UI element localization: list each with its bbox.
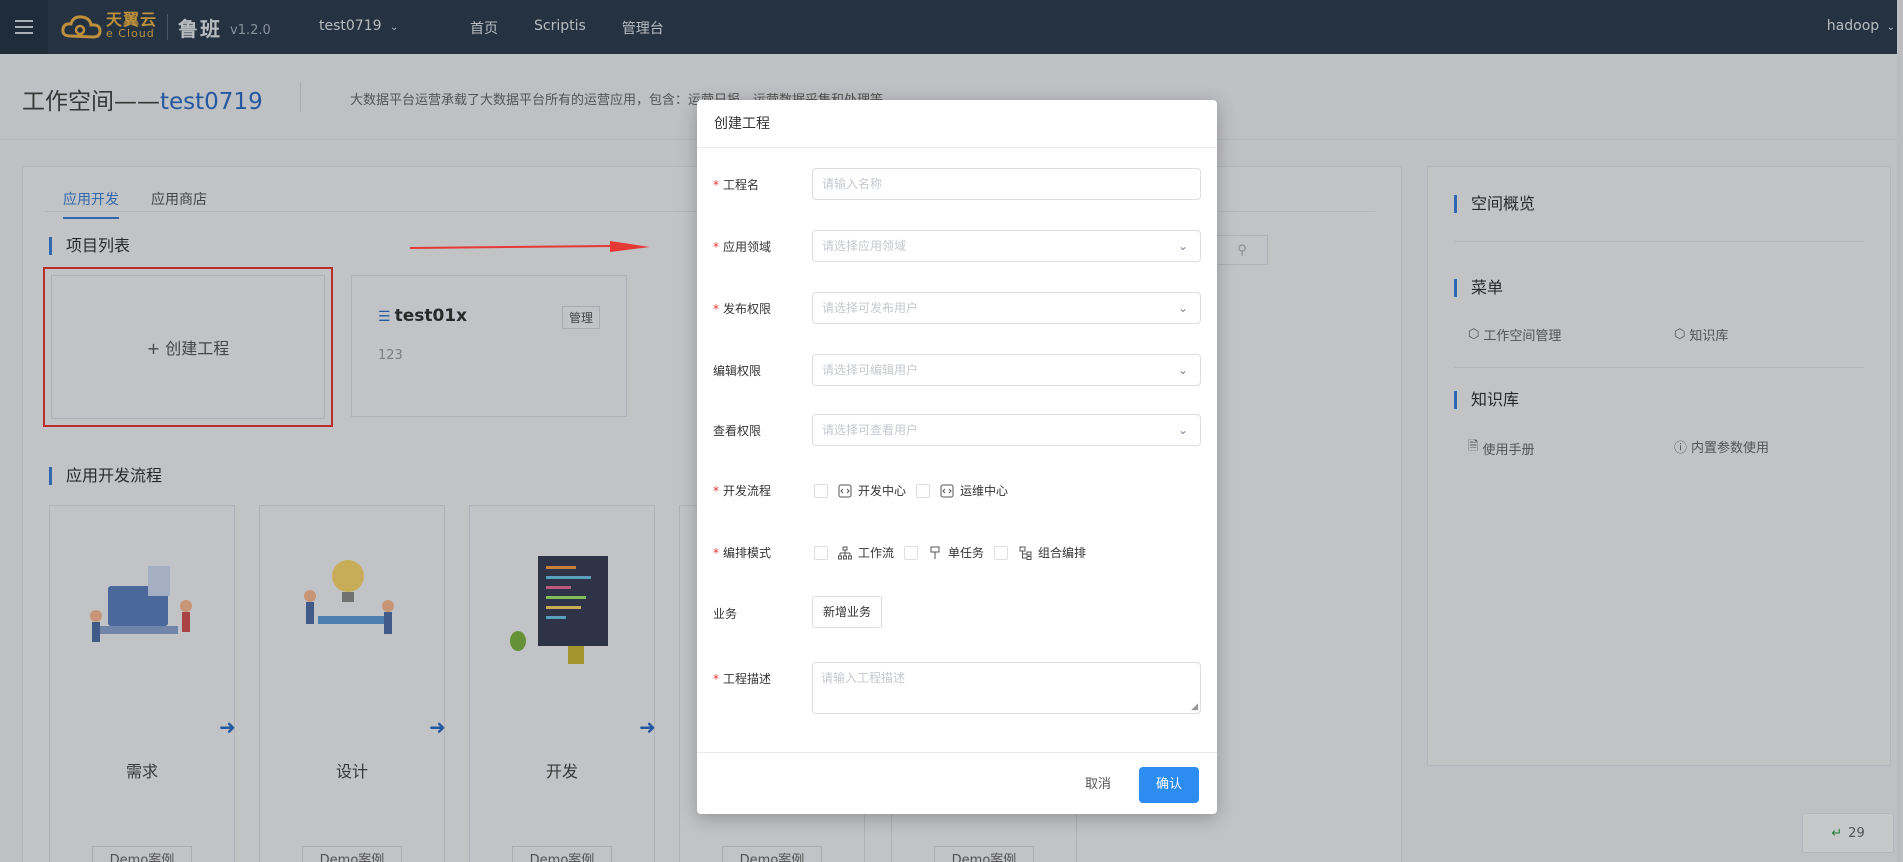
resize-handle-icon[interactable]: ◢ [1191,702,1198,712]
project-description-textarea[interactable]: 请输入工程描述 ◢ [812,662,1201,714]
required-marker: * [713,240,719,254]
field-label-text: 查看权限 [713,424,762,438]
required-marker: * [713,546,719,560]
checkbox-label: 工作流 [858,546,895,560]
field-label-text: 编辑权限 [713,364,762,378]
chevron-down-icon: ⌄ [1177,423,1188,437]
hierarchy-icon [1019,546,1032,560]
project-name-input[interactable]: 请输入名称 [812,168,1201,200]
field-label: * 工程名 [713,176,759,193]
chevron-down-icon: ⌄ [1177,239,1188,253]
required-marker: * [713,302,719,316]
checkbox-label: 单任务 [948,546,985,560]
field-label-text: 开发流程 [723,484,772,498]
domain-select[interactable]: 请选择应用领域 ⌄ [812,230,1201,262]
combined-checkbox[interactable] [994,545,1009,560]
dialog-title: 创建工程 [697,100,1217,148]
field-label: 编辑权限 [713,362,761,379]
required-marker: * [713,672,719,686]
chevron-down-icon: ⌄ [1177,301,1188,315]
annotation-arrow-icon [410,241,650,252]
field-label: 查看权限 [713,422,761,439]
checkbox-label: 开发中心 [858,484,907,498]
view-users-select[interactable]: 请选择可查看用户 ⌄ [812,414,1201,446]
field-label-text: 工程描述 [723,672,772,686]
field-label-text: 业务 [713,607,738,621]
dialog-footer: 取消 确认 [697,752,1217,814]
edit-users-select[interactable]: 请选择可编辑用户 ⌄ [812,354,1201,386]
checkbox-label: 运维中心 [960,484,1009,498]
textarea-placeholder: 请输入工程描述 [821,671,906,685]
dev-flow-options: 开发中心 运维中心 [814,482,1018,499]
select-placeholder: 请选择应用领域 [822,239,907,253]
checkbox-label: 组合编排 [1038,546,1087,560]
cancel-button[interactable]: 取消 [1073,767,1123,803]
select-placeholder: 请选择可编辑用户 [822,363,919,377]
field-label: * 编排模式 [713,544,771,561]
field-label-text: 工程名 [723,178,760,192]
required-marker: * [713,484,719,498]
publish-users-select[interactable]: 请选择可发布用户 ⌄ [812,292,1201,324]
required-marker: * [713,178,719,192]
workflow-icon [838,546,852,559]
add-business-button[interactable]: 新增业务 [812,596,882,628]
code-icon [838,484,852,497]
dev-center-checkbox[interactable] [814,483,828,498]
field-label: * 开发流程 [713,482,771,499]
workflow-checkbox[interactable] [814,545,828,560]
select-placeholder: 请选择可发布用户 [822,301,919,315]
single-task-checkbox[interactable] [904,545,919,560]
field-label-text: 应用领域 [723,240,772,254]
select-placeholder: 请选择可查看用户 [822,423,919,437]
pin-icon [930,546,940,559]
chevron-down-icon: ⌄ [1177,363,1188,377]
create-project-dialog: 创建工程 * 工程名 请输入名称 * 应用领域 请选择应用领域 ⌄ * 发布权限 请选择… [697,100,1217,814]
ops-center-checkbox[interactable] [916,483,931,498]
field-label: 业务 [713,605,737,622]
field-label: * 工程描述 [713,670,771,687]
field-label: * 发布权限 [713,300,771,317]
field-label: * 应用领域 [713,238,771,255]
confirm-button[interactable]: 确认 [1139,767,1199,803]
code-icon [940,484,954,497]
orchestration-options: 工作流 单任务 组合编排 [814,544,1096,561]
field-label-text: 编排模式 [723,546,772,560]
field-label-text: 发布权限 [723,302,772,316]
